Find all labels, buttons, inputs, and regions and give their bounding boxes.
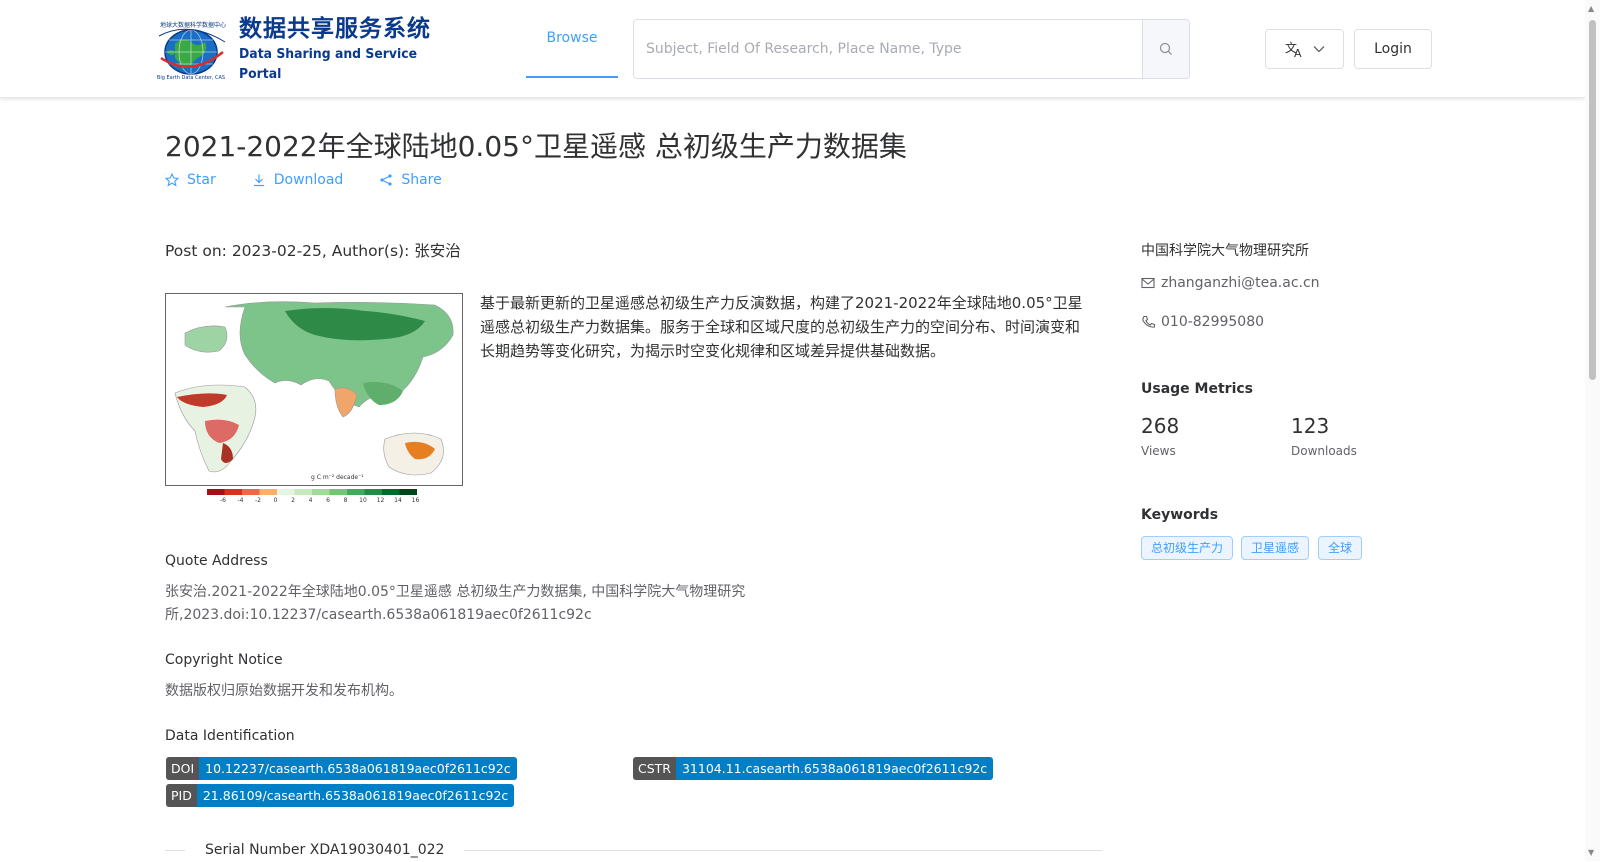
cstr-key: CSTR bbox=[633, 757, 676, 780]
colorbar-swatch bbox=[347, 489, 365, 495]
doi-value: 10.12237/casearth.6538a061819aec0f2611c9… bbox=[199, 757, 517, 780]
site-logo[interactable]: 地球大数据科学数据中心 Big Earth Data Center, CAS 数… bbox=[153, 16, 438, 82]
star-label: Star bbox=[187, 172, 216, 188]
share-label: Share bbox=[401, 172, 442, 188]
globe-logo-icon: 地球大数据科学数据中心 Big Earth Data Center, CAS bbox=[153, 18, 233, 81]
colorbar-tick-label: -6 bbox=[220, 497, 226, 504]
contact-phone: 010-82995080 bbox=[1141, 314, 1264, 330]
svg-text:A: A bbox=[1294, 47, 1302, 58]
doi-badge[interactable]: DOI 10.12237/casearth.6538a061819aec0f26… bbox=[166, 757, 517, 780]
thumbnail-colorbar-ticks: -6 -4 -2 0 2 4 6 8 10 12 14 16 bbox=[220, 497, 419, 504]
colorbar-swatch bbox=[312, 489, 330, 495]
post-info: Post on: 2023-02-25, Author(s): 张安治 bbox=[165, 242, 461, 260]
language-switcher[interactable]: 文 A bbox=[1265, 29, 1344, 69]
logo-title-en: Data Sharing and Service Portal bbox=[239, 46, 418, 82]
star-button[interactable]: Star bbox=[165, 172, 216, 188]
logo-title-cn: 数据共享服务系统 bbox=[239, 16, 431, 42]
copyright-title: Copyright Notice bbox=[165, 652, 283, 668]
top-header: 地球大数据科学数据中心 Big Earth Data Center, CAS 数… bbox=[0, 0, 1585, 98]
cstr-value: 31104.11.casearth.6538a061819aec0f2611c9… bbox=[675, 757, 994, 780]
quote-title: Quote Address bbox=[165, 553, 268, 569]
colorbar-tick-label: 4 bbox=[309, 497, 313, 504]
scroll-up-arrow-icon[interactable]: ▲ bbox=[1588, 4, 1594, 13]
colorbar-swatch bbox=[207, 489, 225, 495]
svg-text:Big Earth Data Center, CAS: Big Earth Data Center, CAS bbox=[157, 75, 225, 80]
page-scrollbar[interactable]: ▲ ▼ bbox=[1585, 0, 1600, 861]
colorbar-swatch bbox=[294, 489, 312, 495]
colorbar-tick-label: -4 bbox=[238, 497, 244, 504]
colorbar-tick-label: 14 bbox=[394, 497, 402, 504]
contact-email[interactable]: zhanganzhi@tea.ac.cn bbox=[1141, 275, 1320, 291]
keyword-tag[interactable]: 总初级生产力 bbox=[1141, 536, 1234, 560]
doi-key: DOI bbox=[166, 757, 200, 780]
colorbar-swatch bbox=[382, 489, 400, 495]
pid-badge[interactable]: PID 21.86109/casearth.6538a061819aec0f26… bbox=[166, 784, 515, 807]
search-button[interactable] bbox=[1142, 20, 1189, 78]
phone-icon bbox=[1142, 315, 1155, 328]
search-box bbox=[633, 19, 1190, 79]
serial-divider: Serial Number XDA19030401_022 bbox=[165, 838, 1102, 862]
dataset-thumbnail[interactable]: g C m⁻² decade⁻¹ -6 -4 -2 0 2 4 6 8 10 12 14 16 bbox=[165, 293, 463, 509]
chevron-down-icon bbox=[1313, 46, 1324, 53]
colorbar-swatch bbox=[224, 489, 242, 495]
colorbar-swatch bbox=[277, 489, 295, 495]
colorbar-tick-label: 10 bbox=[359, 497, 367, 504]
downloads-label: Downloads bbox=[1291, 444, 1357, 458]
colorbar-swatch bbox=[399, 489, 417, 495]
share-button[interactable]: Share bbox=[379, 172, 442, 188]
phone-text: 010-82995080 bbox=[1161, 314, 1265, 330]
downloads-count: 123 bbox=[1291, 414, 1330, 438]
svg-text:地球大数据科学数据中心: 地球大数据科学数据中心 bbox=[160, 21, 226, 29]
colorbar-tick-label: -2 bbox=[255, 497, 261, 504]
download-icon bbox=[253, 174, 264, 187]
download-label: Download bbox=[273, 172, 344, 188]
nav-browse-tab[interactable]: Browse bbox=[526, 0, 618, 78]
keyword-tag[interactable]: 全球 bbox=[1318, 536, 1363, 560]
cstr-badge[interactable]: CSTR 31104.11.casearth.6538a061819aec0f2… bbox=[633, 757, 994, 780]
colorbar-tick-label: 2 bbox=[291, 497, 295, 504]
scrollbar-thumb[interactable] bbox=[1589, 20, 1596, 380]
serial-number: Serial Number XDA19030401_022 bbox=[205, 842, 445, 858]
copyright-text: 数据版权归原始数据开发和发布机构。 bbox=[165, 683, 403, 699]
search-icon bbox=[1159, 42, 1172, 55]
identification-title: Data Identification bbox=[165, 728, 295, 744]
keyword-tag[interactable]: 卫星遥感 bbox=[1241, 536, 1310, 560]
colorbar-swatch bbox=[242, 489, 260, 495]
share-icon bbox=[380, 174, 392, 186]
search-input[interactable] bbox=[634, 20, 1142, 78]
translate-icon: 文 A bbox=[1285, 40, 1302, 58]
colorbar-tick-label: 12 bbox=[377, 497, 385, 504]
organization-name: 中国科学院大气物理研究所 bbox=[1141, 243, 1309, 259]
colorbar-tick-label: 16 bbox=[412, 497, 420, 504]
views-label: Views bbox=[1141, 444, 1176, 458]
dataset-actions: Star Download Share bbox=[165, 172, 442, 188]
usage-metrics-title: Usage Metrics bbox=[1141, 381, 1253, 397]
quote-text: 张安治.2021-2022年全球陆地0.05°卫星遥感 总初级生产力数据集, 中… bbox=[165, 584, 746, 623]
colorbar-swatch bbox=[364, 489, 382, 495]
email-text: zhanganzhi@tea.ac.cn bbox=[1161, 275, 1320, 291]
colorbar-swatch bbox=[259, 489, 277, 495]
colorbar-tick-label: 6 bbox=[326, 497, 330, 504]
keywords-title: Keywords bbox=[1141, 507, 1219, 523]
scroll-down-arrow-icon[interactable]: ▼ bbox=[1588, 848, 1594, 857]
download-button[interactable]: Download bbox=[252, 172, 344, 188]
pid-value: 21.86109/casearth.6538a061819aec0f2611c9… bbox=[196, 784, 515, 807]
colorbar-tick-label: 8 bbox=[344, 497, 348, 504]
pid-key: PID bbox=[166, 784, 197, 807]
thumbnail-unit-label: g C m⁻² decade⁻¹ bbox=[311, 474, 364, 481]
dataset-description: 基于最新更新的卫星遥感总初级生产力反演数据，构建了2021-2022年全球陆地0… bbox=[480, 294, 1083, 360]
mail-icon bbox=[1141, 277, 1155, 289]
page-title: 2021-2022年全球陆地0.05°卫星遥感 总初级生产力数据集 bbox=[165, 130, 907, 163]
views-count: 268 bbox=[1141, 414, 1180, 438]
colorbar-swatch bbox=[329, 489, 347, 495]
thumbnail-colorbar bbox=[207, 489, 417, 495]
login-button[interactable]: Login bbox=[1354, 29, 1432, 69]
star-icon bbox=[165, 173, 179, 187]
colorbar-tick-label: 0 bbox=[274, 497, 278, 504]
